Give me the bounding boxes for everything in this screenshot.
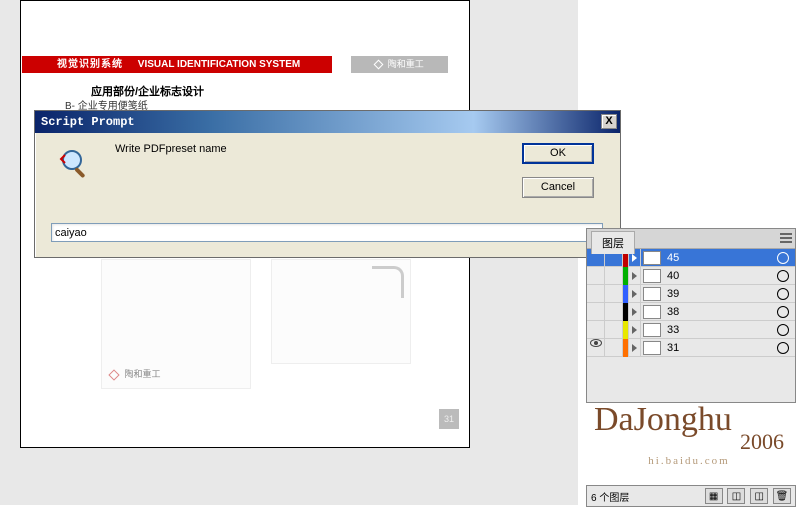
- page-number-badge: 31: [439, 409, 459, 429]
- layers-panel: 图层 45 40 39 38 33 31: [586, 228, 796, 403]
- layer-row[interactable]: 40: [587, 267, 795, 285]
- target-ring-icon[interactable]: [777, 324, 789, 336]
- envelope-logo: 陶和重工: [110, 367, 161, 380]
- dialog-body: Write PDFpreset name OK Cancel: [35, 133, 620, 259]
- header-title-en: VISUAL IDENTIFICATION SYSTEM: [138, 59, 300, 70]
- layers-status-bar: 6 个图层 ▦ ◫ ◫ 🗑: [586, 485, 796, 507]
- lock-toggle[interactable]: [605, 267, 623, 285]
- lock-toggle[interactable]: [605, 339, 623, 357]
- layer-thumbnail: [643, 269, 661, 283]
- panel-menu-icon[interactable]: [779, 231, 793, 245]
- layers-count-label: 6 个图层: [591, 489, 629, 504]
- envelope-preview-right: [271, 259, 411, 364]
- layers-list: 45 40 39 38 33 31: [587, 249, 795, 357]
- signature-year: 2006: [740, 429, 784, 455]
- new-sublayer-button[interactable]: ▦: [705, 488, 723, 504]
- preset-name-input[interactable]: [51, 223, 603, 242]
- envelope-preview-left: 陶和重工: [101, 259, 251, 389]
- dialog-close-button[interactable]: X: [601, 114, 617, 129]
- layers-tabbar: 图层: [587, 229, 795, 249]
- lock-toggle[interactable]: [605, 303, 623, 321]
- layer-name: 40: [663, 270, 777, 282]
- brand-name: 陶和重工: [388, 59, 424, 69]
- script-prompt-dialog: Script Prompt X Write PDFpreset name OK …: [34, 110, 621, 258]
- layer-thumbnail: [643, 341, 661, 355]
- disclosure-triangle-icon[interactable]: [629, 267, 641, 285]
- target-ring-icon[interactable]: [777, 306, 789, 318]
- lock-toggle[interactable]: [605, 285, 623, 303]
- visibility-toggle[interactable]: [587, 339, 605, 357]
- disclosure-triangle-icon[interactable]: [629, 285, 641, 303]
- layer-thumbnail: [643, 251, 661, 265]
- layer-thumbnail: [643, 305, 661, 319]
- signature-watermark: DaJonghu 2006 hi.baidu.com: [594, 405, 784, 483]
- new-layer-2-button[interactable]: ◫: [750, 488, 768, 504]
- layer-name: 33: [663, 324, 777, 336]
- corner-ornament-icon: [372, 266, 404, 298]
- dialog-message: Write PDFpreset name: [115, 143, 227, 155]
- disclosure-triangle-icon[interactable]: [629, 321, 641, 339]
- new-layer-button[interactable]: ◫: [727, 488, 745, 504]
- layer-row[interactable]: 31: [587, 339, 795, 357]
- layer-name: 38: [663, 306, 777, 318]
- lock-toggle[interactable]: [605, 321, 623, 339]
- layer-row[interactable]: 39: [587, 285, 795, 303]
- layer-row[interactable]: 33: [587, 321, 795, 339]
- brand-diamond-icon: [374, 60, 384, 70]
- layers-status-buttons: ▦ ◫ ◫ 🗑: [703, 488, 791, 504]
- disclosure-triangle-icon[interactable]: [629, 339, 641, 357]
- visibility-toggle[interactable]: [587, 321, 605, 339]
- layer-thumbnail: [643, 287, 661, 301]
- layer-name: 45: [663, 252, 777, 264]
- logo-diamond-icon: [108, 369, 119, 380]
- delete-layer-button[interactable]: 🗑: [773, 488, 791, 504]
- visibility-toggle[interactable]: [587, 303, 605, 321]
- target-ring-icon[interactable]: [777, 252, 789, 264]
- signature-url: hi.baidu.com: [594, 455, 784, 467]
- target-ring-icon[interactable]: [777, 342, 789, 354]
- dialog-title: Script Prompt: [41, 115, 135, 129]
- cancel-button[interactable]: Cancel: [522, 177, 594, 198]
- layers-tab[interactable]: 图层: [591, 231, 635, 254]
- visibility-toggle[interactable]: [587, 285, 605, 303]
- header-brand-tab: 陶和重工: [351, 56, 448, 73]
- ok-button[interactable]: OK: [522, 143, 594, 164]
- logo-text: 陶和重工: [125, 369, 161, 379]
- target-ring-icon[interactable]: [777, 288, 789, 300]
- layer-thumbnail: [643, 323, 661, 337]
- header-title-cn: 视觉识别系统: [57, 59, 123, 70]
- header-red-bar: 视觉识别系统 VISUAL IDENTIFICATION SYSTEM: [22, 56, 332, 73]
- visibility-toggle[interactable]: [587, 267, 605, 285]
- target-ring-icon[interactable]: [777, 270, 789, 282]
- layer-row[interactable]: 38: [587, 303, 795, 321]
- script-magnifier-icon: [59, 147, 91, 179]
- dialog-titlebar[interactable]: Script Prompt X: [35, 111, 620, 133]
- disclosure-triangle-icon[interactable]: [629, 303, 641, 321]
- layer-name: 39: [663, 288, 777, 300]
- layer-name: 31: [663, 342, 777, 354]
